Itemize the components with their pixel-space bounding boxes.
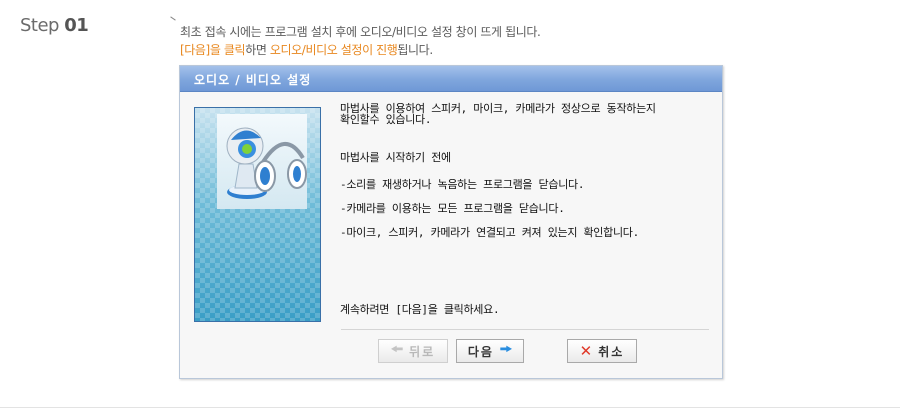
dialog-title: 오디오 / 비디오 설정	[194, 73, 312, 87]
step-prefix: Step	[20, 15, 59, 36]
instruction-line-2: [다음]을 클릭하면 오디오/비디오 설정이 진행됩니다.	[180, 41, 433, 58]
tick-mark	[170, 16, 176, 21]
instruction-text-b: 됩니다.	[397, 43, 433, 57]
instruction-av-setup: 오디오/비디오 설정이 진행	[269, 43, 398, 57]
back-button-label: 뒤로	[409, 344, 436, 359]
webcam-headset-illustration-icon	[217, 114, 307, 209]
bullet-close-audio-programs: -소리를 재생하거나 녹음하는 프로그램을 닫습니다.	[340, 178, 585, 191]
continue-text: 계속하려면 [다음]을 클릭하세요.	[340, 303, 500, 316]
arrow-right-icon: 🠚	[499, 342, 513, 358]
instruction-next-click: [다음]을 클릭	[180, 43, 246, 57]
step-label: Step 01	[20, 15, 89, 36]
cancel-button[interactable]: ✕ 취소	[567, 339, 637, 363]
intro-text: 마법사를 시작하기 전에	[340, 151, 451, 164]
instruction-line-1: 최초 접속 시에는 프로그램 설치 후에 오디오/비디오 설정 창이 뜨게 됩니…	[180, 25, 541, 39]
arrow-left-icon: 🠘	[390, 342, 404, 358]
close-icon: ✕	[579, 342, 593, 360]
instruction-text-a: 하면	[245, 43, 270, 57]
description-line-2: 확인할수 있습니다.	[340, 113, 432, 126]
step-number: 01	[64, 15, 89, 36]
bullet-check-devices: -마이크, 스피커, 카메라가 연결되고 켜져 있는지 확인합니다.	[340, 226, 639, 239]
bullet-close-camera-programs: -카메라를 이용하는 모든 프로그램을 닫습니다.	[340, 202, 565, 215]
back-button[interactable]: 🠘 뒤로	[378, 339, 448, 363]
av-settings-dialog: 오디오 / 비디오 설정 마법사를 이용하여 스피커, 마이크, 카메라가 정상…	[179, 65, 723, 379]
cancel-button-label: 취소	[598, 344, 625, 359]
next-button-label: 다음	[467, 344, 494, 359]
dialog-titlebar: 오디오 / 비디오 설정	[180, 66, 722, 92]
next-button[interactable]: 다음 🠚	[456, 339, 524, 363]
button-separator	[341, 329, 709, 330]
wizard-illustration	[194, 107, 321, 322]
page-divider	[0, 407, 900, 408]
